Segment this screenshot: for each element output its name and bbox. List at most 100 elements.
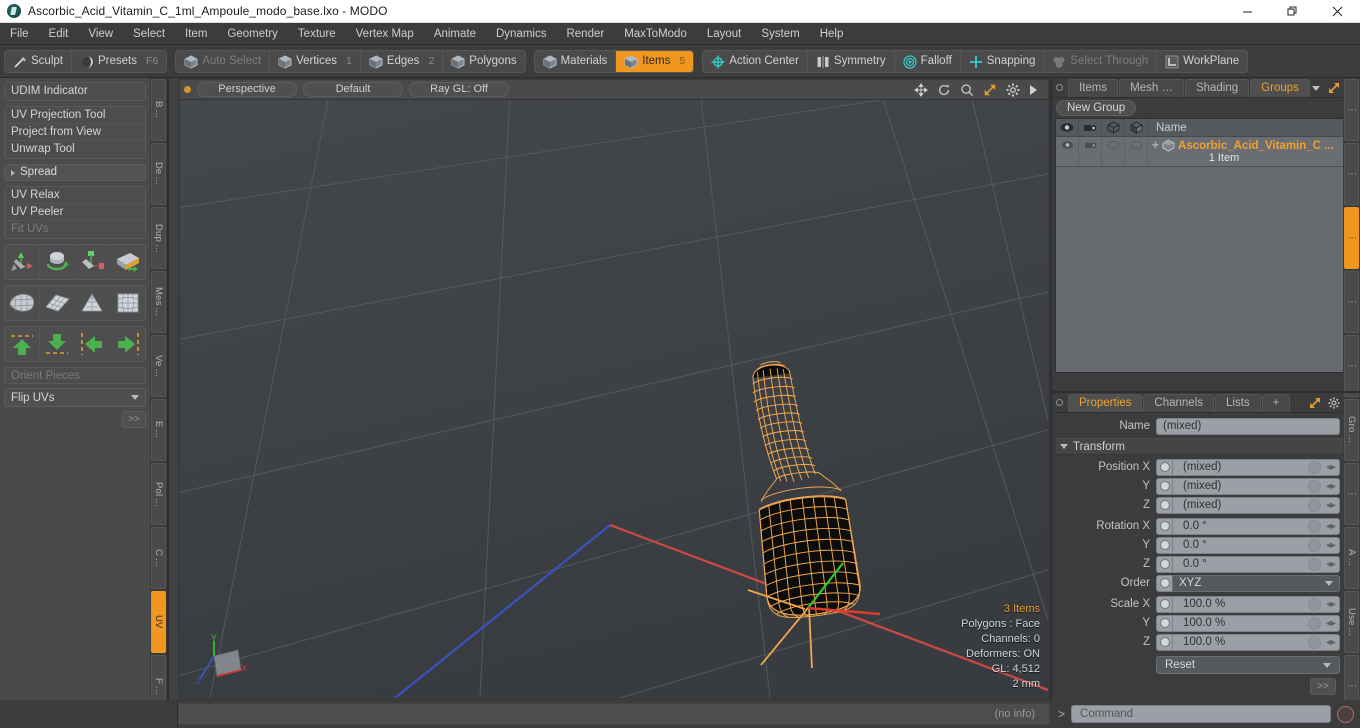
move-uv-icon[interactable] xyxy=(5,245,40,279)
scale-x-stepper[interactable]: ◂▸ xyxy=(1323,599,1339,610)
gear-icon[interactable] xyxy=(1328,396,1340,409)
left-vtab-pol[interactable]: Pol ... xyxy=(151,463,166,525)
toolbar-falloff-button[interactable]: Falloff xyxy=(895,50,961,72)
reset-dropdown[interactable]: Reset xyxy=(1156,656,1340,674)
toolbar-snapping-button[interactable]: Snapping xyxy=(961,50,1045,72)
properties-tab-properties[interactable]: Properties xyxy=(1068,393,1143,412)
uv-sphere-icon[interactable] xyxy=(110,286,145,320)
right-vtab-gro[interactable]: Gro ... xyxy=(1344,399,1359,461)
viewport-menu-dot-icon[interactable] xyxy=(184,86,191,93)
menu-maxtomodo[interactable]: MaxToModo xyxy=(614,23,697,45)
scale-z-stepper[interactable]: ◂▸ xyxy=(1323,637,1339,648)
rotation-z-toggle[interactable] xyxy=(1156,555,1172,573)
scale-y-stepper[interactable]: ◂▸ xyxy=(1323,618,1339,629)
uv-relax-row[interactable]: UV Relax xyxy=(5,187,145,204)
new-group-button[interactable]: New Group xyxy=(1056,100,1137,116)
arrow-up-icon[interactable] xyxy=(5,327,40,361)
maximize-restore-button[interactable] xyxy=(1270,0,1315,23)
menu-item[interactable]: Item xyxy=(175,23,217,45)
name-input[interactable]: (mixed) xyxy=(1156,417,1340,435)
uv-projection-tool-row[interactable]: UV Projection Tool xyxy=(5,107,145,124)
row-render-toggle[interactable] xyxy=(1079,137,1102,166)
groups-tab-groups[interactable]: Groups xyxy=(1250,78,1310,97)
row-wireframe-toggle[interactable] xyxy=(1102,137,1125,166)
toolbar-vertices-button[interactable]: Vertices 1 xyxy=(270,50,361,72)
rotate-view-icon[interactable] xyxy=(937,83,951,97)
scale-z-toggle[interactable] xyxy=(1156,633,1172,651)
rotation-x-toggle[interactable] xyxy=(1156,517,1172,535)
expander-plus-icon[interactable]: + xyxy=(1152,139,1159,151)
left-vtab-c[interactable]: C ... xyxy=(151,527,166,589)
menu-geometry[interactable]: Geometry xyxy=(217,23,288,45)
zoom-view-icon[interactable] xyxy=(960,83,974,97)
right-vtab-tab3[interactable]: ⋮ xyxy=(1344,271,1359,333)
menu-view[interactable]: View xyxy=(78,23,123,45)
arrow-left-icon[interactable] xyxy=(75,327,110,361)
left-vtab-mes[interactable]: Mes ... xyxy=(151,271,166,333)
viewport-style-button[interactable]: Default xyxy=(303,82,403,97)
left-vtab-uv[interactable]: UV xyxy=(151,591,166,653)
properties-more-button[interactable]: >> xyxy=(1310,678,1336,695)
transform-section-header[interactable]: Transform xyxy=(1056,438,1356,455)
menu-help[interactable]: Help xyxy=(810,23,854,45)
scale-x-toggle[interactable] xyxy=(1156,595,1172,613)
close-button[interactable] xyxy=(1315,0,1360,23)
position-y-stepper[interactable]: ◂▸ xyxy=(1323,481,1339,492)
left-vtab-b[interactable]: B ... xyxy=(151,79,166,141)
table-row[interactable]: + Ascorbic_Acid_Vitamin_C ... 1 Item xyxy=(1056,137,1356,167)
row-visibility-toggle[interactable] xyxy=(1056,137,1079,166)
uv-grid-icon[interactable] xyxy=(40,286,75,320)
right-vtab-tab6[interactable]: ⋮ xyxy=(1344,463,1359,525)
chevron-right-icon[interactable] xyxy=(1029,84,1038,96)
minimize-button[interactable] xyxy=(1225,0,1270,23)
scale-y-value[interactable]: 100.0 % xyxy=(1173,617,1308,629)
gear-icon[interactable] xyxy=(1006,83,1020,97)
groups-list[interactable]: Name + Ascorbic_Acid_Vitamin_C ... 1 Ite… xyxy=(1055,118,1357,373)
menu-file[interactable]: File xyxy=(0,23,39,45)
rotation-z-anim-icon[interactable] xyxy=(1308,557,1321,571)
order-dropdown[interactable]: XYZ xyxy=(1172,574,1340,592)
groups-tab-items[interactable]: Items xyxy=(1068,78,1119,97)
menu-layout[interactable]: Layout xyxy=(697,23,752,45)
viewport-projection-button[interactable]: Perspective xyxy=(197,82,297,97)
rotation-z-stepper[interactable]: ◂▸ xyxy=(1323,559,1339,570)
position-y-toggle[interactable] xyxy=(1156,477,1172,495)
properties-tab-lists[interactable]: Lists xyxy=(1215,393,1261,412)
right-vtab-tab2[interactable]: ⋮ xyxy=(1344,207,1359,269)
toolbar-items-button[interactable]: Items 5 xyxy=(616,50,694,72)
right-vtab-tab1[interactable]: ⋮ xyxy=(1344,143,1359,205)
command-input[interactable]: Command xyxy=(1071,705,1331,723)
position-y-value[interactable]: (mixed) xyxy=(1173,480,1308,492)
rotation-x-value[interactable]: 0.0 ° xyxy=(1173,520,1308,532)
viewport-raygl-button[interactable]: Ray GL: Off xyxy=(409,82,509,97)
position-z-stepper[interactable]: ◂▸ xyxy=(1323,500,1339,511)
menu-dynamics[interactable]: Dynamics xyxy=(486,23,556,45)
position-z-toggle[interactable] xyxy=(1156,496,1172,514)
toolbar-symmetry-button[interactable]: Symmetry xyxy=(808,50,895,72)
menu-system[interactable]: System xyxy=(751,23,809,45)
toolbar-sculpt-button[interactable]: Sculpt xyxy=(5,50,72,72)
right-vtab-use[interactable]: Use ... xyxy=(1344,591,1359,653)
scale-z-anim-icon[interactable] xyxy=(1308,635,1321,649)
viewport-3d-canvas[interactable]: 3 Items Polygons : Face Channels: 0 Defo… xyxy=(180,100,1048,698)
toolbar-workplane-button[interactable]: WorkPlane xyxy=(1157,51,1247,72)
toolbar-materials-button[interactable]: Materials xyxy=(535,50,617,72)
toolbar-action-center-button[interactable]: Action Center xyxy=(703,50,808,72)
position-z-value[interactable]: (mixed) xyxy=(1173,499,1308,511)
position-x-stepper[interactable]: ◂▸ xyxy=(1323,462,1339,473)
scale-x-value[interactable]: 100.0 % xyxy=(1173,598,1308,610)
flip-uvs-dropdown[interactable]: Flip UVs xyxy=(4,388,146,407)
scale-uv-icon[interactable] xyxy=(75,245,110,279)
order-toggle[interactable] xyxy=(1156,574,1172,592)
project-from-view-row[interactable]: Project from View xyxy=(5,124,145,141)
scale-x-anim-icon[interactable] xyxy=(1308,597,1321,611)
rotate-uv-icon[interactable] xyxy=(40,245,75,279)
move-view-icon[interactable] xyxy=(914,82,928,97)
rotation-z-value[interactable]: 0.0 ° xyxy=(1173,558,1308,570)
unwrap-tool-row[interactable]: Unwrap Tool xyxy=(5,141,145,158)
rotation-y-toggle[interactable] xyxy=(1156,536,1172,554)
expand-icon[interactable] xyxy=(1328,82,1340,94)
spread-section-header[interactable]: Spread xyxy=(4,164,146,181)
record-macro-button[interactable] xyxy=(1337,705,1354,723)
left-vtab-de[interactable]: De ... xyxy=(151,143,166,205)
